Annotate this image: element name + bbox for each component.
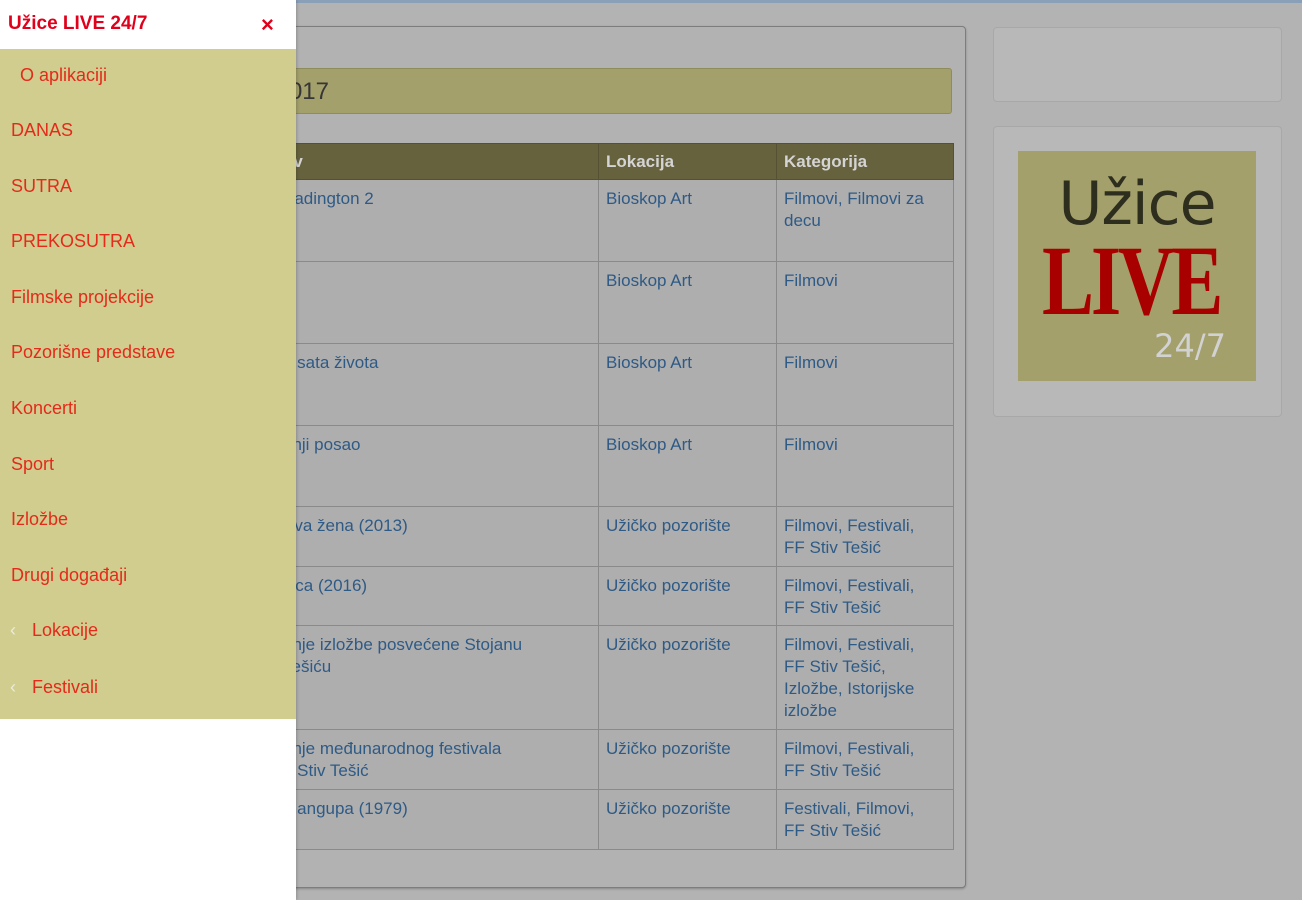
category-line: Filmovi, Festivali, [784, 635, 915, 654]
menu-item-label: Filmske projekcije [11, 287, 155, 307]
chevron-left-icon: ‹ [10, 620, 16, 640]
category-line: FF Stiv Tešić, [784, 657, 886, 676]
event-name-line: anje međunarodnog festivala [283, 739, 502, 758]
event-location-link[interactable]: Bioskop Art [598, 343, 777, 426]
menu-item[interactable]: O aplikaciji [0, 57, 296, 97]
category-line: izložbe [784, 701, 837, 720]
category-line: Filmovi [784, 435, 838, 454]
menu-item[interactable]: Sport [0, 446, 296, 486]
app-title: Užice LIVE 24/7 [8, 13, 148, 34]
menu-item[interactable]: SUTRA [0, 168, 296, 208]
category-line: decu [784, 211, 821, 230]
event-name-line: čica (2016) [283, 576, 368, 595]
event-name-line: Tešiću [283, 657, 332, 676]
menu-item-label: SUTRA [11, 176, 73, 196]
event-location-link[interactable]: Užičko pozorište [598, 566, 777, 626]
menu-item[interactable]: PREKOSUTRA [0, 223, 296, 263]
event-location-link[interactable]: Užičko pozorište [598, 729, 777, 790]
event-name-line: mangupa (1979) [283, 799, 408, 818]
menu-item-label: PREKOSUTRA [11, 231, 136, 251]
category-line: Filmovi, Filmovi za [784, 189, 924, 208]
event-name-line: ljiva žena (2013) [283, 516, 408, 535]
category-line: Filmovi, Festivali, [784, 576, 915, 595]
menu-item-label: Pozorišne predstave [11, 342, 176, 362]
event-category-links[interactable]: Filmovi [776, 261, 954, 344]
close-icon[interactable]: × [261, 12, 274, 38]
menu-item[interactable]: Izložbe [0, 501, 296, 541]
category-line: Filmovi, Festivali, [784, 739, 915, 758]
category-line: FF Stiv Tešić [784, 821, 881, 840]
menu-item-label: O aplikaciji [20, 65, 108, 85]
uzice-live-logo[interactable]: Užice LIVE 24/7 [1018, 151, 1256, 381]
event-location-link[interactable]: Užičko pozorište [598, 506, 777, 567]
event-category-links[interactable]: Filmovi, Festivali, FF Stiv Tešić [776, 729, 954, 790]
menu-item-label: Izložbe [11, 509, 69, 529]
menu-item-label: Sport [11, 454, 55, 474]
event-category-links[interactable]: Filmovi, Festivali, FF Stiv Tešić, Izložbe… [776, 625, 954, 730]
sidebar-ad-box [993, 27, 1282, 102]
category-line: Festivali, Filmovi, [784, 799, 915, 818]
menu-item-label: DANAS [11, 120, 74, 140]
event-location-link[interactable]: Užičko pozorište [598, 789, 777, 850]
logo-line-247: 24/7 [1154, 327, 1226, 365]
category-line: Filmovi [784, 271, 838, 290]
event-location-link[interactable]: Užičko pozorište [598, 625, 777, 730]
event-name-line: 4 sata života [283, 353, 379, 372]
category-line: FF Stiv Tešić [784, 598, 881, 617]
category-line: Filmovi [784, 353, 838, 372]
menu-item-label: Drugi događaji [11, 565, 128, 585]
menu-item-label: Koncerti [11, 398, 78, 418]
event-category-links[interactable]: Filmovi, Filmovi za decu [776, 179, 954, 262]
event-name-line: n Stiv Tešić [283, 761, 369, 780]
event-category-links[interactable]: Filmovi [776, 343, 954, 426]
event-category-links[interactable]: Filmovi, Festivali, FF Stiv Tešić [776, 566, 954, 626]
column-header-category: Kategorija [776, 143, 954, 180]
drawer-header: Užice LIVE 24/7 × [0, 0, 296, 49]
menu-item[interactable]: Koncerti [0, 390, 296, 430]
menu-item[interactable]: DANAS [0, 112, 296, 152]
column-header-location: Lokacija [598, 143, 777, 180]
category-line: FF Stiv Tešić [784, 761, 881, 780]
menu-item[interactable]: ‹ Festivali [0, 669, 296, 709]
event-name-line: anje izložbe posvećene Stojanu [283, 635, 523, 654]
menu-item[interactable]: Filmske projekcije [0, 279, 296, 319]
event-location-link[interactable]: Bioskop Art [598, 261, 777, 344]
menu-item[interactable]: Drugi događaji [0, 557, 296, 597]
menu-item[interactable]: Pozorišne predstave [0, 334, 296, 374]
category-line: Izložbe, Istorijske [784, 679, 915, 698]
menu-item[interactable]: ‹ Lokacije [0, 612, 296, 652]
menu-item-label: Lokacije [32, 620, 99, 640]
event-name-line: Padington 2 [283, 189, 374, 208]
category-line: Filmovi, Festivali, [784, 516, 915, 535]
chevron-left-icon: ‹ [10, 677, 16, 697]
menu-item-label: Festivali [32, 677, 99, 697]
category-line: FF Stiv Tešić [784, 538, 881, 557]
event-category-links[interactable]: Filmovi, Festivali, FF Stiv Tešić [776, 506, 954, 567]
event-location-link[interactable]: Bioskop Art [598, 425, 777, 507]
logo-line-live: LIVE [1042, 225, 1223, 336]
drawer-menu: O aplikaciji DANAS SUTRA PREKOSUTRA Filmske … [0, 49, 296, 719]
event-category-links[interactable]: Festivali, Filmovi, FF Stiv Tešić [776, 789, 954, 850]
event-category-links[interactable]: Filmovi [776, 425, 954, 507]
navigation-drawer: Užice LIVE 24/7 × O aplikaciji DANAS SUTRA… [0, 0, 296, 900]
event-name-line: dnji posao [283, 435, 361, 454]
event-location-link[interactable]: Bioskop Art [598, 179, 777, 262]
